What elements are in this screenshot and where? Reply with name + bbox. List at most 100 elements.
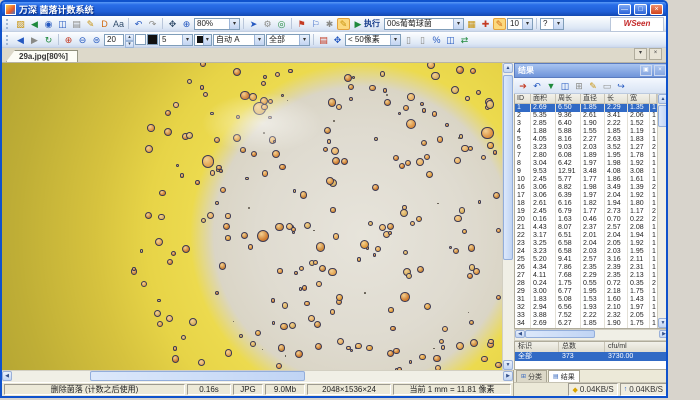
colony[interactable]: [236, 115, 240, 119]
colony[interactable]: [257, 230, 269, 242]
colony[interactable]: [145, 212, 152, 219]
colony[interactable]: [255, 330, 261, 336]
report-page-icon[interactable]: ▯: [416, 34, 429, 46]
colony[interactable]: [200, 85, 205, 90]
colony[interactable]: [250, 341, 256, 347]
colony[interactable]: [203, 92, 208, 97]
colony[interactable]: [409, 360, 412, 363]
color-select[interactable]: ▾: [194, 34, 212, 46]
colony[interactable]: [416, 216, 422, 222]
colony[interactable]: [216, 165, 222, 171]
colony[interactable]: [459, 134, 463, 138]
colony[interactable]: [219, 262, 226, 269]
tab-close-icon[interactable]: ×: [649, 48, 662, 60]
colony[interactable]: [421, 140, 427, 146]
colony[interactable]: [393, 155, 400, 162]
colony[interactable]: [330, 309, 336, 315]
column-header[interactable]: 面积: [531, 94, 556, 104]
table-vscroll-thumb[interactable]: [658, 105, 668, 127]
colony[interactable]: [328, 268, 336, 276]
colony[interactable]: [451, 86, 459, 94]
colony[interactable]: [294, 271, 298, 275]
apply-icon[interactable]: ↪: [615, 80, 627, 92]
colony[interactable]: [271, 298, 276, 303]
colony[interactable]: [281, 94, 285, 98]
undo-icon[interactable]: ↶: [132, 18, 145, 30]
colony[interactable]: [456, 342, 464, 350]
options-gear-icon[interactable]: ✱: [323, 18, 336, 30]
scroll-up-icon[interactable]: ▲: [658, 94, 668, 104]
colony[interactable]: [456, 66, 464, 74]
page-icon[interactable]: ▯: [402, 34, 415, 46]
column-header[interactable]: [650, 94, 657, 104]
percent-icon[interactable]: %: [430, 34, 443, 46]
table-row[interactable]: 25.359.362.613.412.061: [515, 112, 657, 120]
table-row[interactable]: 243.236.582.032.031.951: [515, 248, 657, 256]
colony[interactable]: [159, 190, 166, 197]
colony[interactable]: [344, 74, 352, 82]
colony[interactable]: [476, 90, 481, 95]
colony[interactable]: [251, 151, 257, 157]
pen-width-select[interactable]: 5 ▾: [159, 34, 193, 46]
mode-select[interactable]: 自动 A ▾: [213, 34, 265, 46]
colony[interactable]: [387, 350, 394, 357]
colony[interactable]: [355, 343, 362, 350]
colony[interactable]: [442, 326, 449, 333]
colony[interactable]: [240, 147, 246, 153]
foreground-color-swatch[interactable]: [147, 34, 158, 45]
add-colony-icon[interactable]: ✚: [479, 18, 492, 30]
results-table-header[interactable]: ID面积周长直径长宽: [515, 94, 657, 104]
column-header[interactable]: 直径: [581, 94, 605, 104]
tab-list-icon[interactable]: ▾: [634, 48, 647, 60]
table-row[interactable]: 102.455.771.771.861.611: [515, 176, 657, 184]
colony[interactable]: [299, 266, 305, 272]
colony[interactable]: [275, 223, 283, 231]
restore-button[interactable]: □: [634, 4, 647, 15]
select-rect-icon[interactable]: ▭: [601, 80, 613, 92]
colony[interactable]: [390, 326, 396, 332]
colony[interactable]: [319, 265, 326, 272]
table-vscrollbar[interactable]: ▲ ▼: [657, 94, 668, 328]
canvas-vscrollbar[interactable]: ▲ ▼: [502, 63, 514, 370]
colony[interactable]: [248, 244, 254, 250]
colony[interactable]: [201, 218, 206, 223]
colony[interactable]: [388, 307, 394, 313]
threshold-input[interactable]: 20: [104, 34, 124, 46]
colony[interactable]: [470, 68, 476, 74]
colony[interactable]: [375, 246, 381, 252]
refresh-icon[interactable]: ↻: [42, 34, 55, 46]
colony[interactable]: [449, 246, 452, 249]
scroll-up-icon[interactable]: ▲: [503, 63, 513, 73]
colony[interactable]: [173, 102, 179, 108]
colony[interactable]: [461, 145, 469, 153]
colony[interactable]: [220, 187, 226, 193]
zoom-select[interactable]: 80% ▾: [194, 18, 240, 30]
colony[interactable]: [360, 240, 369, 249]
colony[interactable]: [315, 343, 322, 350]
colony[interactable]: [493, 150, 498, 155]
colony[interactable]: [180, 173, 185, 178]
chevron-down-icon[interactable]: ▾: [229, 19, 239, 29]
canvas-hscrollbar[interactable]: ◀ ▶: [2, 370, 513, 382]
eyedropper-icon[interactable]: D: [98, 18, 111, 30]
colony[interactable]: [276, 363, 283, 370]
hscroll-thumb[interactable]: [90, 371, 305, 381]
chevron-down-icon[interactable]: ▾: [182, 35, 192, 45]
colony[interactable]: [419, 354, 426, 361]
colony[interactable]: [268, 116, 272, 120]
colony[interactable]: [200, 63, 206, 67]
colony[interactable]: [374, 137, 378, 141]
mark-flag-icon[interactable]: ⚑: [295, 18, 308, 30]
scroll-right-icon[interactable]: ▶: [503, 371, 513, 381]
colony[interactable]: [478, 200, 481, 203]
colony[interactable]: [369, 85, 376, 92]
colony[interactable]: [406, 119, 416, 129]
summary-row[interactable]: 全部 373 3730.00: [515, 352, 668, 361]
colony[interactable]: [225, 349, 233, 357]
colony[interactable]: [400, 292, 409, 301]
table-row[interactable]: 99.5312.913.484.083.081: [515, 168, 657, 176]
colony[interactable]: [202, 155, 215, 168]
table-row[interactable]: 264.347.862.352.392.311: [515, 264, 657, 272]
scroll-right-icon[interactable]: ▶: [659, 330, 668, 338]
colony[interactable]: [245, 177, 249, 181]
